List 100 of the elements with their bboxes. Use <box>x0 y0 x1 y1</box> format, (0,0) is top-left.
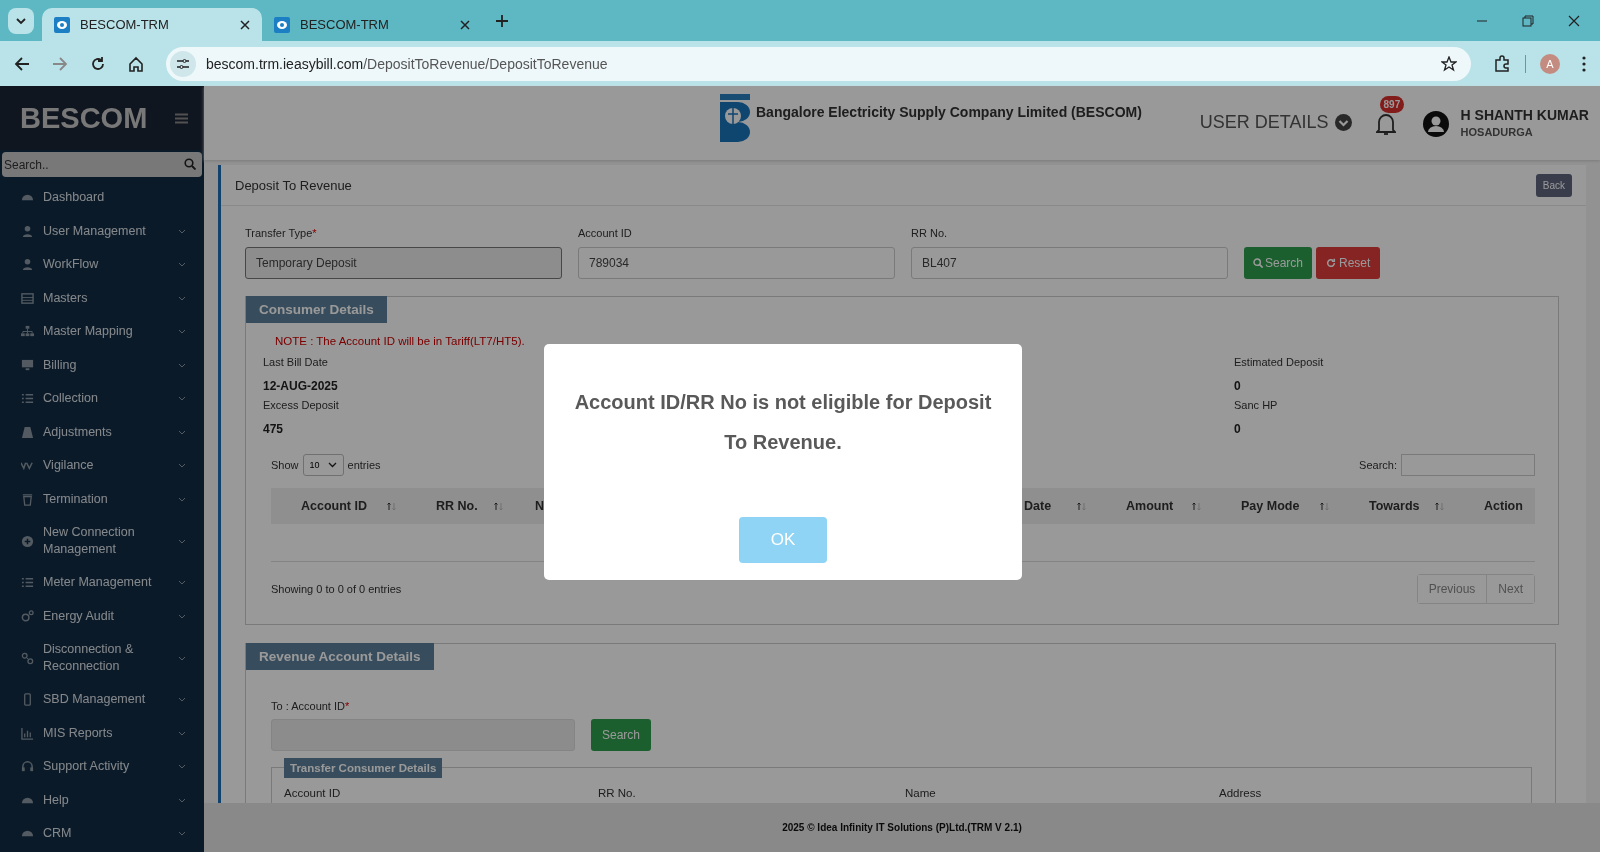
star-icon[interactable] <box>1441 55 1457 72</box>
section-header: Revenue Account Details <box>246 643 434 670</box>
plus-icon <box>21 534 34 548</box>
sidebar-item[interactable]: Master Mapping <box>0 315 204 349</box>
user-location: HOSADURGA <box>1460 126 1534 138</box>
sidebar-item[interactable]: Energy Audit <box>0 599 204 633</box>
field-label: Sanc HP <box>1234 399 1279 411</box>
input-field[interactable]: Temporary Deposit <box>245 247 562 279</box>
back-button[interactable]: Back <box>1535 173 1572 197</box>
column-header[interactable]: Pay Mode <box>1211 488 1339 524</box>
sidebar-item[interactable]: Termination <box>0 482 204 516</box>
search-field[interactable]: Search.. <box>2 152 202 177</box>
puzzle-icon[interactable] <box>1493 54 1511 73</box>
field-label: Name <box>905 787 937 800</box>
reset-button[interactable]: Reset <box>1316 247 1381 279</box>
user-details-dropdown[interactable]: USER DETAILS <box>1199 112 1352 133</box>
column-header[interactable]: Amount <box>1096 488 1211 524</box>
field-label: Account ID <box>578 227 633 239</box>
avatar-icon[interactable] <box>1421 110 1450 138</box>
sidebar-item[interactable]: Dashboard <box>0 181 204 215</box>
input-field[interactable]: 789034 <box>578 247 895 279</box>
field-label: Transfer Type* <box>245 227 318 239</box>
profile-avatar[interactable]: A <box>1540 53 1560 74</box>
browser-tab[interactable]: BESCOM-TRM <box>262 8 482 41</box>
sidebar-item[interactable]: Adjustments <box>0 415 204 449</box>
site-settings-icon[interactable] <box>170 50 196 77</box>
close-icon[interactable] <box>1568 14 1580 27</box>
url-text: bescom.trm.ieasybill.com/DepositToRevenue/DepositToRevenue <box>206 55 609 72</box>
field-label: RR No. <box>911 227 949 239</box>
monitor-icon <box>21 358 34 372</box>
note-text: NOTE : The Account ID will be in Tariff(LT7/HT5). <box>275 335 526 347</box>
sidebar-item[interactable]: User Management <box>0 214 204 248</box>
forward-arrow-icon[interactable] <box>52 55 68 72</box>
search-label: Search: <box>1359 459 1397 471</box>
sidebar-item[interactable]: SBD Management <box>0 683 204 717</box>
entries-label: entries <box>347 459 381 471</box>
field-label: Address <box>1219 787 1263 800</box>
field-label: Estimated Deposit <box>1234 356 1325 368</box>
table-search-field[interactable] <box>1401 454 1535 476</box>
next-button[interactable]: Next <box>1486 575 1534 603</box>
column-header[interactable]: Account ID <box>271 488 406 524</box>
search-button[interactable]: Search <box>1244 247 1313 279</box>
close-icon[interactable] <box>460 19 470 30</box>
tab-list-button[interactable] <box>8 7 34 34</box>
sidebar-item[interactable]: New Connection Management <box>0 516 204 566</box>
reload-icon[interactable] <box>90 55 106 72</box>
brand-logo: BESCOM <box>20 101 148 135</box>
trash-icon <box>21 492 34 506</box>
cogs-icon <box>21 609 34 623</box>
search-icon[interactable] <box>184 158 196 170</box>
field-value: 0 <box>1234 379 1242 393</box>
page-size-dropdown[interactable]: 10 <box>302 454 344 476</box>
column-header[interactable]: Towards <box>1339 488 1454 524</box>
home-icon[interactable] <box>128 55 144 72</box>
user-icon <box>21 258 34 272</box>
column-header[interactable]: Date <box>1016 488 1096 524</box>
input-field[interactable]: BL407 <box>911 247 1228 279</box>
close-icon[interactable] <box>240 19 250 30</box>
favicon-icon <box>54 16 70 33</box>
user-name: H SHANTH KUMAR <box>1460 107 1589 123</box>
notification-badge: 897 <box>1379 96 1405 113</box>
list-icon <box>21 392 34 406</box>
bell-icon[interactable] <box>1375 112 1396 136</box>
more-icon[interactable] <box>1582 55 1586 72</box>
sidebar-item[interactable]: WorkFlow <box>0 248 204 282</box>
field-label: RR No. <box>598 787 637 800</box>
sidebar-item[interactable]: Disconnection & Reconnection <box>0 633 204 683</box>
tab-title: BESCOM-TRM <box>300 17 390 32</box>
column-header[interactable]: Action <box>1454 488 1535 524</box>
field-value: 475 <box>263 422 285 436</box>
company-name: Bangalore Electricity Supply Company Limited (BESCOM) <box>756 104 1142 120</box>
tab-title: BESCOM-TRM <box>80 17 170 32</box>
field-label: Last Bill Date <box>263 356 329 368</box>
table-icon <box>21 291 34 305</box>
search-button[interactable]: Search <box>591 719 652 751</box>
sidebar-item[interactable]: Support Activity <box>0 750 204 784</box>
sidebar-item[interactable]: Vigilance <box>0 449 204 483</box>
company-logo <box>718 92 752 144</box>
column-header[interactable]: RR No. <box>406 488 513 524</box>
sidebar-item[interactable]: Help <box>0 783 204 817</box>
sidebar-item[interactable]: Collection <box>0 382 204 416</box>
new-tab-icon[interactable] <box>496 14 508 27</box>
sidebar-item[interactable]: MIS Reports <box>0 716 204 750</box>
chevron-down-icon <box>1334 114 1352 131</box>
sidebar-item[interactable]: Billing <box>0 348 204 382</box>
mobile-icon <box>21 693 34 707</box>
sidebar-item[interactable]: CRM <box>0 817 204 851</box>
list-icon <box>21 576 34 590</box>
show-label: Show <box>271 459 299 471</box>
browser-tab[interactable]: BESCOM-TRM <box>42 8 262 41</box>
sidebar-item[interactable]: Meter Management <box>0 566 204 600</box>
restore-icon[interactable] <box>1522 14 1534 27</box>
link-icon <box>21 651 34 665</box>
back-arrow-icon[interactable] <box>14 55 30 72</box>
section-header: Consumer Details <box>246 296 387 323</box>
address-bar[interactable]: bescom.trm.ieasybill.com/DepositToRevenue/DepositToRevenue <box>166 46 1471 81</box>
sidebar-item[interactable]: Masters <box>0 281 204 315</box>
field-label: To : Account ID* <box>271 700 351 712</box>
field-label: Account ID <box>284 787 342 800</box>
chevron-down-icon <box>327 462 337 468</box>
